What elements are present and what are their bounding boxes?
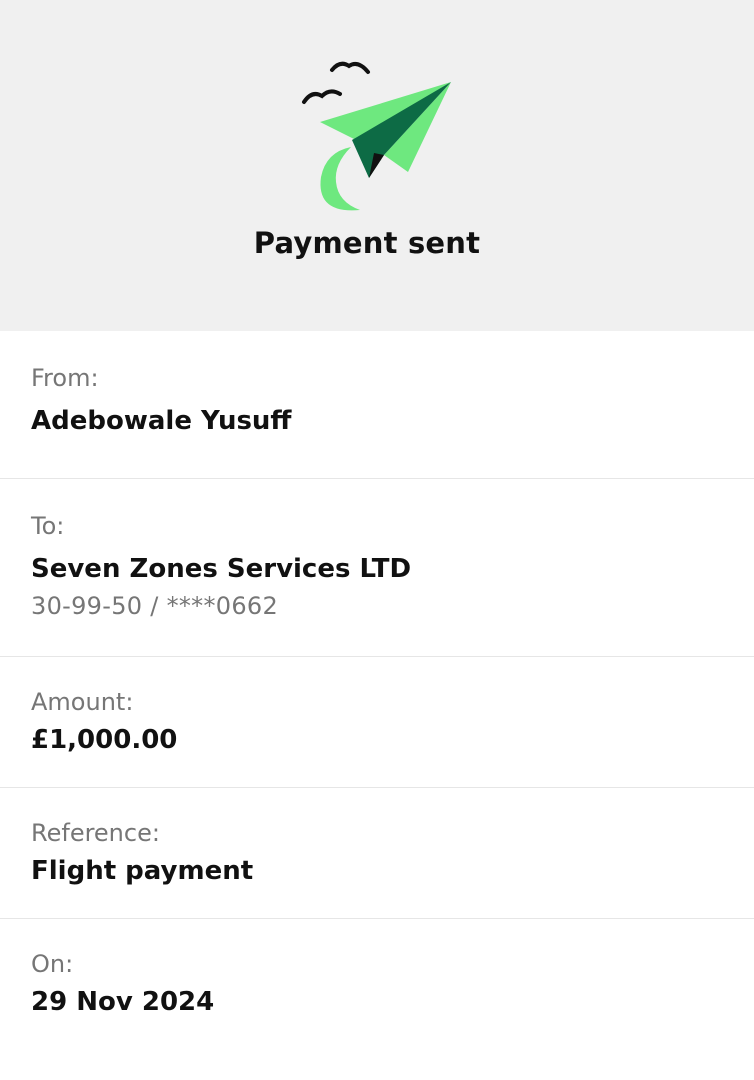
paper-plane-icon <box>302 61 451 211</box>
amount-value: £1,000.00 <box>31 725 178 755</box>
to-label: To: <box>31 512 65 540</box>
recipient-account-details: 30-99-50 / ****0662 <box>31 592 279 620</box>
page-title: Payment sent <box>253 226 481 260</box>
payment-sent-header: Payment sent <box>0 0 754 331</box>
reference-label: Reference: <box>31 819 160 847</box>
sender-name: Adebowale Yusuff <box>31 406 292 436</box>
payment-date: 29 Nov 2024 <box>31 987 215 1017</box>
detail-row-from: From: Adebowale Yusuff <box>0 331 754 479</box>
from-label: From: <box>31 364 99 392</box>
amount-label: Amount: <box>31 688 134 716</box>
date-label: On: <box>31 950 74 978</box>
payment-confirmation-screen: Payment sent From: Adebowale Yusuff To: … <box>0 0 754 1080</box>
reference-value: Flight payment <box>31 856 254 886</box>
detail-row-date: On: 29 Nov 2024 <box>0 919 754 1080</box>
detail-row-amount: Amount: £1,000.00 <box>0 657 754 788</box>
detail-row-to: To: Seven Zones Services LTD 30-99-50 / … <box>0 479 754 657</box>
recipient-name: Seven Zones Services LTD <box>31 554 412 584</box>
detail-row-reference: Reference: Flight payment <box>0 788 754 919</box>
